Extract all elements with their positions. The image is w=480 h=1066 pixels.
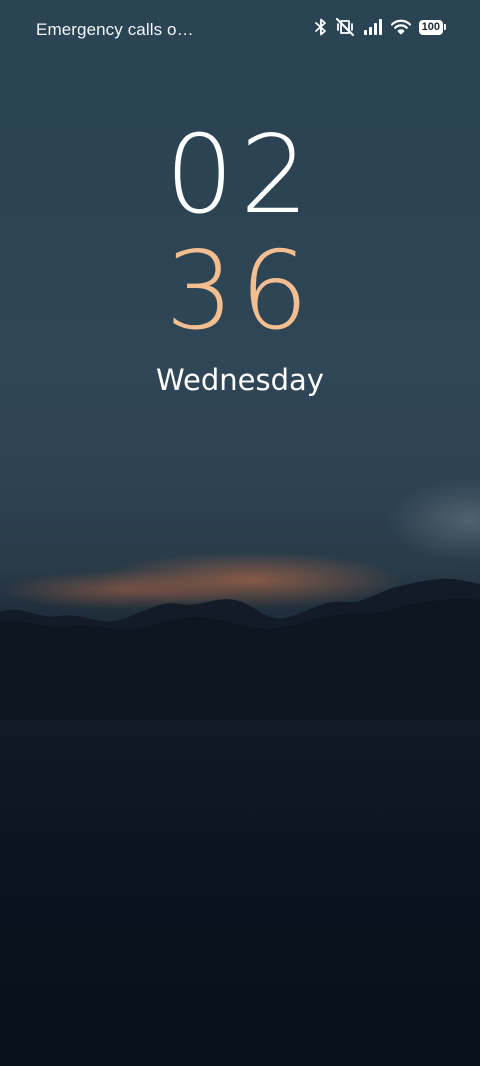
- lock-screen: Emergency calls o… 100 02 36 Wednesday: [0, 0, 480, 1066]
- battery-tip: [444, 24, 446, 30]
- status-icons: 100: [314, 18, 446, 36]
- carrier-text: Emergency calls o…: [36, 20, 194, 39]
- bluetooth-icon: [314, 18, 327, 36]
- wallpaper-clouds: [0, 578, 480, 720]
- signal-icon: [363, 19, 383, 35]
- day-of-week: Wednesday: [156, 363, 324, 397]
- status-bar: Emergency calls o… 100: [0, 0, 480, 60]
- battery-level: 100: [418, 19, 443, 35]
- clock-hour: 02: [165, 113, 315, 238]
- battery-icon: 100: [418, 19, 446, 35]
- vibrate-off-icon: [335, 18, 355, 36]
- wifi-icon: [390, 19, 411, 35]
- clock-minute: 36: [165, 229, 315, 354]
